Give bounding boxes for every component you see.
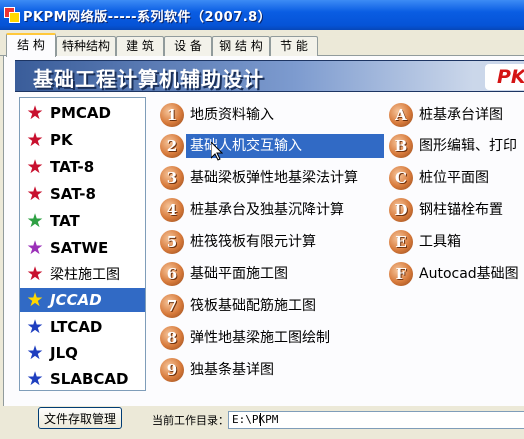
text-caret xyxy=(260,413,261,426)
letter-badge-icon: C xyxy=(389,166,413,190)
letter-badge-icon: A xyxy=(389,103,413,127)
module-label: PK xyxy=(50,131,73,149)
workdir-label: 当前工作目录： xyxy=(152,414,229,427)
module-label: PMCAD xyxy=(50,104,111,122)
number-badge-icon: 2 xyxy=(160,134,184,158)
module-label: SAT-8 xyxy=(50,185,96,203)
star-icon: ★ xyxy=(26,236,44,259)
star-icon: ★ xyxy=(26,315,44,338)
module-label: JCCAD xyxy=(50,291,102,309)
workdir-input[interactable]: E:\PKPM xyxy=(228,411,524,429)
letter-badge-icon: D xyxy=(389,198,413,222)
star-icon: ★ xyxy=(26,155,44,178)
number-badge-icon: 5 xyxy=(160,230,184,254)
menu-item-label: 基础平面施工图 xyxy=(190,266,288,282)
menu-item-label: 图形编辑、打印 xyxy=(419,138,517,154)
tab-special-structure[interactable]: 特种结构 xyxy=(56,36,116,56)
menu-item-label: 桩基承台详图 xyxy=(419,107,503,123)
module-label: TAT xyxy=(50,212,80,230)
menu-item-label: 桩基承台及独基沉降计算 xyxy=(190,202,344,218)
menu-item-label: 桩位平面图 xyxy=(419,170,489,186)
menu-item-label: Autocad基础图 xyxy=(419,266,519,282)
tab-architecture[interactable]: 建 筑 xyxy=(116,36,164,56)
module-item-sat8[interactable]: ★ SAT-8 xyxy=(20,182,145,206)
module-item-jlq[interactable]: ★ JLQ xyxy=(20,341,145,365)
letter-badge-icon: F xyxy=(389,262,413,286)
menu-item-3[interactable]: 3 基础梁板弹性地基梁法计算 xyxy=(160,165,362,191)
number-badge-icon: 4 xyxy=(160,198,184,222)
module-label: LTCAD xyxy=(50,318,103,336)
module-item-pk[interactable]: ★ PK xyxy=(20,128,145,152)
menu-item-label: 筏板基础配筋施工图 xyxy=(190,298,316,314)
module-item-pmcad[interactable]: ★ PMCAD xyxy=(20,101,145,125)
banner-title: 基础工程计算机辅助设计 xyxy=(33,67,264,91)
tab-equipment[interactable]: 设 备 xyxy=(164,36,212,56)
app-icon xyxy=(4,7,20,23)
menu-item-6[interactable]: 6 基础平面施工图 xyxy=(160,261,292,287)
module-item-ltcad[interactable]: ★ LTCAD xyxy=(20,315,145,339)
star-icon: ★ xyxy=(26,367,44,390)
menu-item-4[interactable]: 4 桩基承台及独基沉降计算 xyxy=(160,197,348,223)
tab-bar: 结 构 特种结构 建 筑 设 备 钢 结 构 节 能 xyxy=(0,30,524,57)
tab-steel-structure[interactable]: 钢 结 构 xyxy=(212,36,270,56)
menu-item-label: 基础梁板弹性地基梁法计算 xyxy=(190,170,358,186)
module-item-satwe[interactable]: ★ SATWE xyxy=(20,236,145,260)
star-icon: ★ xyxy=(26,128,44,151)
star-icon: ★ xyxy=(26,262,44,285)
menu-item-f[interactable]: F Autocad基础图 xyxy=(389,261,523,287)
module-label: JLQ xyxy=(50,344,78,362)
tab-energy-saving[interactable]: 节 能 xyxy=(270,36,318,56)
menu-item-label: 桩筏筏板有限元计算 xyxy=(190,234,316,250)
menu-item-c[interactable]: C 桩位平面图 xyxy=(389,165,493,191)
menu-item-d[interactable]: D 钢柱锚栓布置 xyxy=(389,197,507,223)
module-label: TAT-8 xyxy=(50,158,95,176)
star-icon: ★ xyxy=(26,288,44,311)
module-label: SLABCAD xyxy=(50,370,129,388)
module-item-tat8[interactable]: ★ TAT-8 xyxy=(20,155,145,179)
menu-item-7[interactable]: 7 筏板基础配筋施工图 xyxy=(160,293,320,319)
module-item-slabcad[interactable]: ★ SLABCAD xyxy=(20,367,145,391)
number-badge-icon: 3 xyxy=(160,166,184,190)
window-title: PKPM网络版-----系列软件（2007.8） xyxy=(23,9,272,25)
number-badge-icon: 7 xyxy=(160,294,184,318)
number-badge-icon: 8 xyxy=(160,326,184,350)
menu-item-5[interactable]: 5 桩筏筏板有限元计算 xyxy=(160,229,320,255)
star-icon: ★ xyxy=(26,101,44,124)
menu-item-label: 工具箱 xyxy=(419,234,461,250)
module-list: ★ PMCAD ★ PK ★ TAT-8 ★ SAT-8 ★ TAT ★ SAT… xyxy=(19,97,146,391)
menu-area: 1 地质资料输入 2 基础人机交互输入 3 基础梁板弹性地基梁法计算 4 桩基承… xyxy=(152,97,524,393)
menu-item-a[interactable]: A 桩基承台详图 xyxy=(389,102,507,128)
module-item-jccad[interactable]: ★ JCCAD xyxy=(20,288,145,312)
pkpm-logo: PKP xyxy=(485,64,524,90)
menu-item-e[interactable]: E 工具箱 xyxy=(389,229,465,255)
menu-item-2[interactable]: 2 基础人机交互输入 xyxy=(160,133,384,159)
module-item-beam-column-drawing[interactable]: ★ 梁柱施工图 xyxy=(20,262,145,286)
star-icon: ★ xyxy=(26,182,44,205)
menu-item-label: 独基条基详图 xyxy=(190,362,274,378)
letter-badge-icon: B xyxy=(389,134,413,158)
menu-item-8[interactable]: 8 弹性地基梁施工图绘制 xyxy=(160,325,334,351)
number-badge-icon: 9 xyxy=(160,358,184,382)
module-label: 梁柱施工图 xyxy=(50,267,120,283)
number-badge-icon: 1 xyxy=(160,103,184,127)
number-badge-icon: 6 xyxy=(160,262,184,286)
menu-item-9[interactable]: 9 独基条基详图 xyxy=(160,357,278,383)
banner: 基础工程计算机辅助设计 PKP xyxy=(15,60,524,92)
module-item-tat[interactable]: ★ TAT xyxy=(20,209,145,233)
module-label: SATWE xyxy=(50,239,109,257)
menu-item-label: 钢柱锚栓布置 xyxy=(419,202,503,218)
letter-badge-icon: E xyxy=(389,230,413,254)
menu-item-label: 地质资料输入 xyxy=(190,107,274,123)
tab-structure[interactable]: 结 构 xyxy=(6,33,56,57)
menu-item-1[interactable]: 1 地质资料输入 xyxy=(160,102,278,128)
star-icon: ★ xyxy=(26,209,44,232)
star-icon: ★ xyxy=(26,341,44,364)
menu-item-label: 弹性地基梁施工图绘制 xyxy=(190,330,330,346)
title-bar[interactable]: PKPM网络版-----系列软件（2007.8） xyxy=(0,0,524,30)
file-management-button[interactable]: 文件存取管理 xyxy=(38,407,122,429)
menu-item-b[interactable]: B 图形编辑、打印 xyxy=(389,133,521,159)
